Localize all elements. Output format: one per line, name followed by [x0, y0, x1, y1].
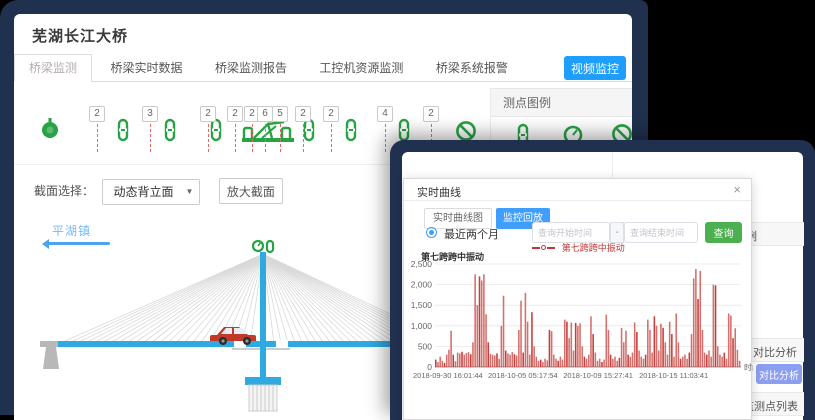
sensor-count-badge: 2	[227, 106, 243, 122]
chain-icon[interactable]	[117, 118, 129, 147]
sensor-count-badge: 6	[257, 106, 273, 122]
enlarge-section-button[interactable]: 放大截面	[219, 178, 283, 204]
svg-text:500: 500	[418, 341, 432, 351]
svg-text:2018-10-05 05:17:54: 2018-10-05 05:17:54	[488, 371, 558, 380]
sensor-count-badge: 2	[89, 106, 105, 122]
main-tabbar: 桥梁监测 桥梁实时数据 桥梁监测报告 工控机资源监测 桥梁系统报警 视频监控	[14, 54, 632, 82]
tab-realtime-data[interactable]: 桥梁实时数据	[96, 55, 196, 83]
svg-text:1,000: 1,000	[411, 321, 433, 331]
chevron-down-icon: ▼	[186, 180, 194, 204]
sensor-count-badge: 2	[200, 106, 216, 122]
svg-text:2018-10-15 11:03:41: 2018-10-15 11:03:41	[639, 371, 708, 380]
radio-label: 最近两个月	[444, 226, 499, 242]
location-label: 平湖镇	[52, 222, 91, 239]
vibration-chart[interactable]: 05001,0001,5002,0002,5002018-09-30 16:01…	[404, 261, 753, 389]
sensor-count-badge: 4	[377, 106, 393, 122]
section-select-dropdown[interactable]: 动态背立面 ▼	[102, 179, 200, 205]
query-end-time-input[interactable]	[624, 222, 698, 243]
compare-section-label: 对比分析	[753, 344, 797, 360]
sensor-dashed-line	[385, 124, 386, 152]
svg-text:1,500: 1,500	[411, 300, 433, 310]
sensor-count-badge: 5	[272, 106, 288, 122]
date-range-separator: -	[610, 222, 624, 243]
sensor-dashed-line	[331, 124, 332, 152]
sensor-dashed-line	[208, 124, 209, 152]
close-icon[interactable]: ×	[733, 182, 741, 197]
chain-icon[interactable]	[303, 118, 315, 147]
sensor-count-badge: 2	[423, 106, 439, 122]
sensor-dashed-line	[265, 124, 266, 152]
background-patch	[648, 0, 815, 142]
legend-line-icon	[547, 247, 555, 249]
legend-label: 第七跨跨中振动	[562, 243, 625, 253]
dialog-title: 实时曲线	[417, 184, 461, 200]
svg-text:时间: 时间	[744, 362, 753, 372]
chain-icon[interactable]	[210, 118, 222, 147]
page-title: 芜湖长江大桥	[32, 25, 128, 46]
section-select-label: 截面选择：	[34, 178, 94, 204]
realtime-curve-dialog: 实时曲线 × 实时曲线图 监控回放 最近两个月 - 查询 第七跨跨中振动 第七跨…	[403, 178, 752, 420]
svg-text:2,000: 2,000	[411, 280, 433, 290]
legend-panel-title: 测点图例	[491, 88, 632, 117]
sensor-dashed-line	[150, 124, 151, 152]
sensor-count-badge: 2	[323, 106, 339, 122]
tab-system-alarm[interactable]: 桥梁系统报警	[422, 55, 522, 83]
query-button[interactable]: 查询	[705, 222, 742, 243]
chain-icon[interactable]	[345, 118, 357, 147]
compare-analysis-button[interactable]: 对比分析	[756, 364, 802, 384]
crane-icon[interactable]	[242, 118, 294, 149]
svg-text:2,500: 2,500	[411, 261, 433, 269]
legend-circle-icon	[541, 245, 546, 250]
sensor-dashed-line	[280, 124, 281, 152]
sensor-dashed-line	[252, 124, 253, 152]
video-monitor-button[interactable]: 视频监控	[564, 56, 626, 80]
tab-ipc-resource[interactable]: 工控机资源监测	[305, 55, 417, 83]
query-start-time-input[interactable]	[532, 222, 610, 243]
sensor-dashed-line	[97, 124, 98, 152]
tab-monitor-report[interactable]: 桥梁监测报告	[201, 55, 301, 83]
svg-text:2018-10-09 15:27:41: 2018-10-09 15:27:41	[563, 371, 633, 380]
section-controls: 截面选择： 动态背立面 ▼ 放大截面	[34, 178, 283, 204]
chain-icon[interactable]	[164, 118, 176, 147]
section-select-value: 动态背立面	[113, 185, 173, 199]
stopwatch-icon[interactable]	[40, 116, 60, 147]
sensor-dashed-line	[235, 124, 236, 152]
dialog-titlebar: 实时曲线 ×	[404, 179, 751, 201]
tab-bridge-monitor[interactable]: 桥梁监测	[14, 54, 92, 82]
radio-last-two-months[interactable]	[426, 227, 437, 238]
sensor-count-badge: 2	[295, 106, 311, 122]
svg-text:2018-09-30 16:01:44: 2018-09-30 16:01:44	[413, 371, 483, 380]
legend-line-icon	[532, 247, 540, 249]
sensor-count-badge: 3	[142, 106, 158, 122]
